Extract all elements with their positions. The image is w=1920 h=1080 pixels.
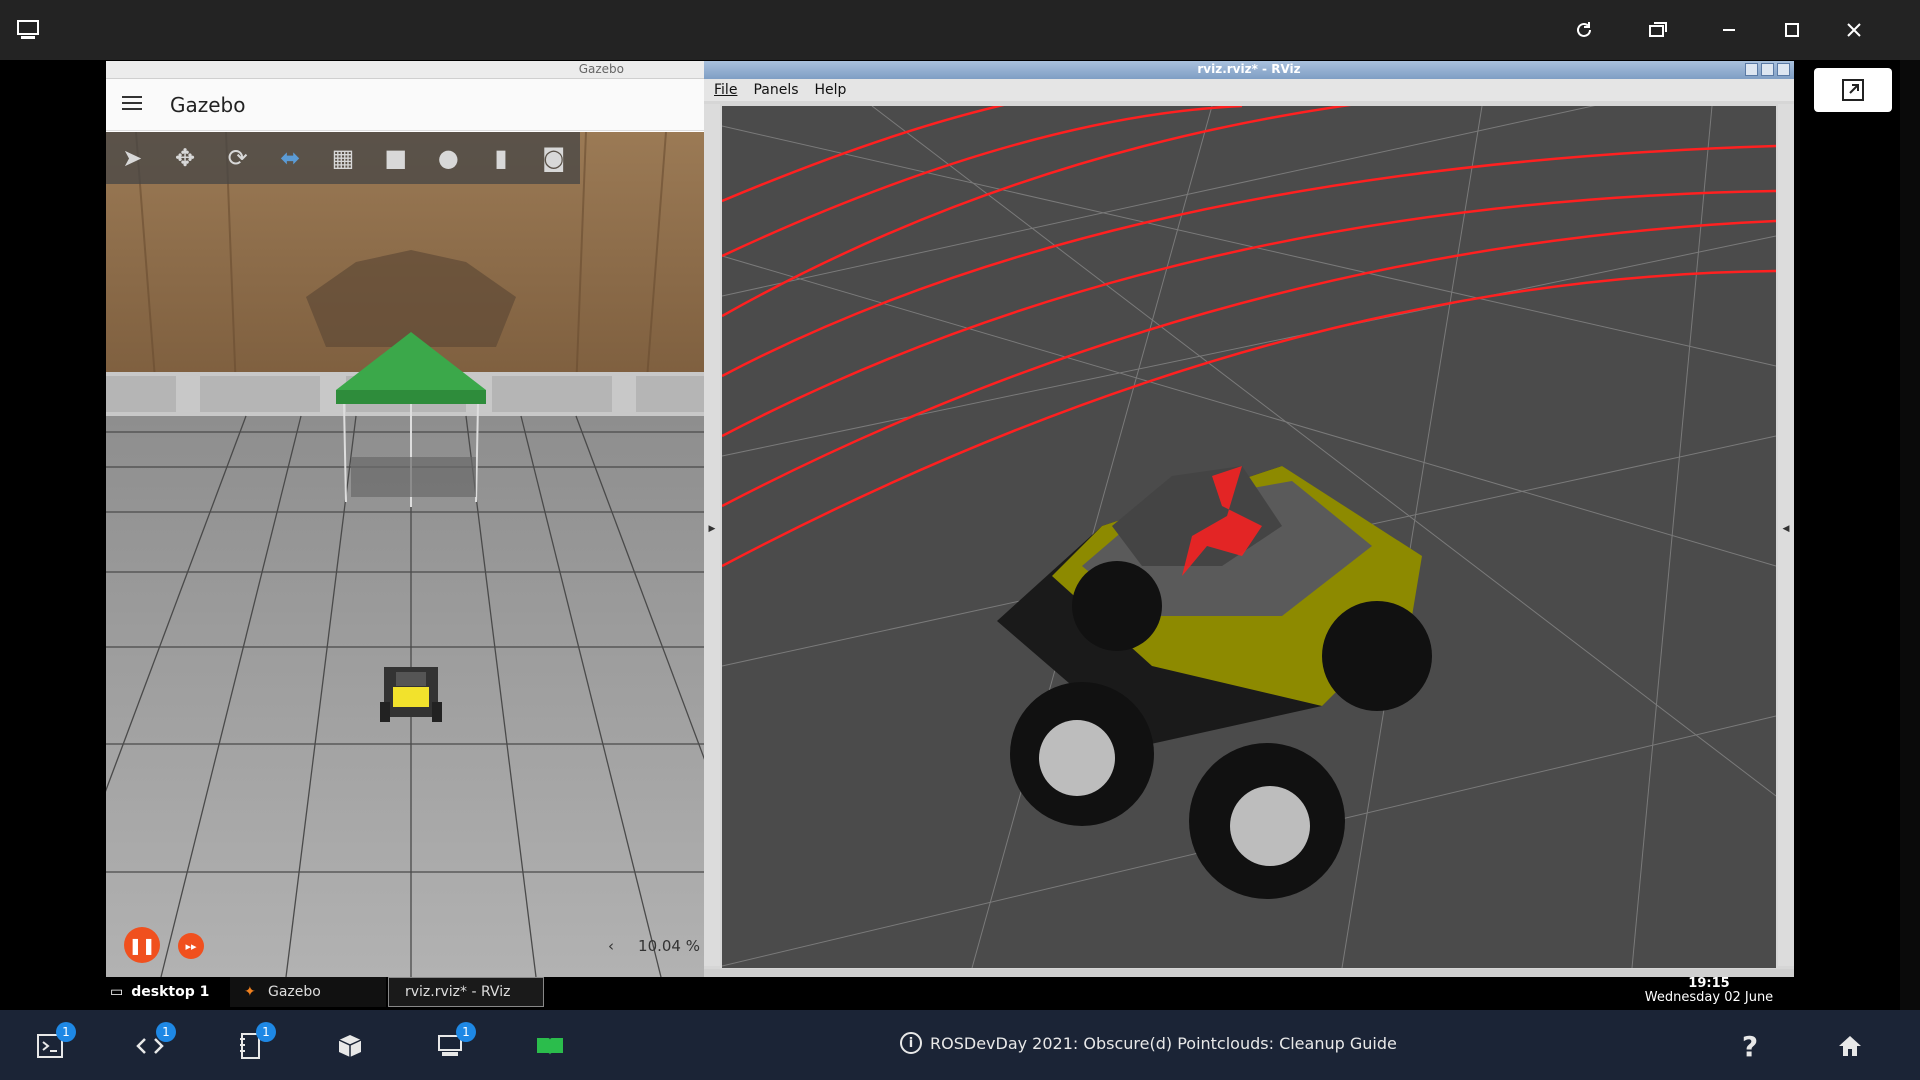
gazebo-window[interactable]: Gazebo Gazebo ➤ ✥ ⟳ ⬌ ▦ ■ ● ▮ ◙ ❚❚ ▸▸ ‹ … (106, 61, 704, 977)
gazebo-scene (106, 132, 704, 977)
cylinder-icon[interactable]: ▮ (475, 144, 528, 172)
rviz-minimize-icon[interactable] (1745, 63, 1758, 76)
notification-text: ROSDevDay 2021: Obscure(d) Pointclouds: … (930, 1033, 1397, 1053)
desktop-label: desktop 1 (131, 984, 210, 1000)
right-dock-handle[interactable]: ◀ (1778, 104, 1794, 966)
select-arrow-icon[interactable]: ➤ (106, 144, 159, 172)
gazebo-window-title: Gazebo (106, 61, 704, 79)
popout-window-button[interactable] (1814, 68, 1892, 112)
clock: 19:15 Wednesday 02 June (1624, 977, 1794, 1005)
desktop-switch-icon: ▭ (110, 984, 124, 1000)
menu-panels[interactable]: Panels (753, 82, 798, 98)
restore-window-icon[interactable] (1644, 16, 1672, 44)
bottom-dock: 1 1 1 1 i ROSDevDay 2021: Obscure(d) Poi… (0, 1010, 1920, 1080)
desktop-app-icon[interactable]: 1 (434, 1022, 476, 1062)
pause-button[interactable]: ❚❚ (124, 927, 160, 963)
desktop-switcher[interactable]: ▭ desktop 1 (110, 977, 209, 1007)
grid-icon[interactable]: ▦ (317, 144, 370, 172)
gazebo-app-title: Gazebo (170, 92, 246, 117)
rviz-scene (722, 106, 1776, 968)
code-editor-icon[interactable]: 1 (134, 1022, 176, 1062)
taskbar-rviz-label: rviz.rviz* - RViz (405, 984, 511, 1000)
notebook-badge: 1 (256, 1022, 276, 1042)
gazebo-toolbar: ➤ ✥ ⟳ ⬌ ▦ ■ ● ▮ ◙ (106, 132, 580, 184)
close-icon[interactable] (1840, 16, 1868, 44)
info-icon: i (900, 1032, 922, 1054)
refresh-icon[interactable] (1570, 16, 1598, 44)
camera-icon[interactable]: ◙ (527, 144, 580, 172)
rviz-maximize-icon[interactable] (1761, 63, 1774, 76)
desktop-icon[interactable] (14, 16, 42, 44)
taskbar-gazebo-label: Gazebo (268, 984, 321, 1000)
translate-icon[interactable]: ✥ (159, 144, 212, 172)
gazebo-header: Gazebo (106, 79, 704, 131)
sphere-icon[interactable]: ● (422, 144, 475, 172)
gazebo-logo-icon: ✦ (244, 984, 256, 1000)
maximize-icon[interactable] (1778, 16, 1806, 44)
taskbar-item-gazebo[interactable]: ✦ Gazebo (230, 977, 386, 1007)
scrollbar[interactable]: ▼ (1900, 60, 1920, 1070)
notebook-icon[interactable]: 1 (234, 1022, 276, 1062)
rviz-close-icon[interactable] (1777, 63, 1790, 76)
rviz-3d-view[interactable] (722, 106, 1776, 968)
step-button[interactable]: ▸▸ (178, 933, 204, 959)
top-bar (0, 0, 1920, 60)
left-dock-handle[interactable]: ▶ (704, 104, 720, 966)
code-badge: 1 (156, 1022, 176, 1042)
real-time-factor: 10.04 % (638, 937, 700, 955)
gazebo-3d-view[interactable] (106, 132, 704, 977)
scale-icon[interactable]: ⬌ (264, 144, 317, 172)
expand-right-icon[interactable]: ◀ (1778, 524, 1794, 534)
rviz-window[interactable]: rviz.rviz* - RViz File Panels Help ▶ ◀ (704, 61, 1794, 977)
menu-help[interactable]: Help (815, 82, 847, 98)
rviz-statusbar (704, 969, 1794, 977)
notification-message[interactable]: i ROSDevDay 2021: Obscure(d) Pointclouds… (900, 1032, 1397, 1054)
rviz-menubar: File Panels Help (704, 79, 1794, 101)
book-icon[interactable] (534, 1030, 566, 1062)
minimize-icon[interactable] (1715, 16, 1743, 44)
clock-time: 19:15 (1688, 976, 1730, 991)
rviz-window-title: rviz.rviz* - RViz (1197, 62, 1301, 76)
taskbar-item-rviz[interactable]: rviz.rviz* - RViz (388, 977, 544, 1007)
clock-date: Wednesday 02 June (1644, 990, 1774, 1005)
help-icon[interactable]: ? (1734, 1030, 1766, 1063)
box-icon[interactable]: ■ (369, 144, 422, 172)
terminal-badge: 1 (56, 1022, 76, 1042)
rviz-titlebar: rviz.rviz* - RViz (704, 61, 1794, 79)
gazebo-sim-controls: ❚❚ ▸▸ ‹ 10.04 % (106, 907, 704, 977)
rotate-icon[interactable]: ⟳ (211, 144, 264, 172)
menu-file[interactable]: File (714, 82, 737, 98)
home-icon[interactable] (1834, 1030, 1866, 1062)
cube-icon[interactable] (334, 1030, 366, 1062)
desktop-badge: 1 (456, 1022, 476, 1042)
terminal-icon[interactable]: 1 (34, 1022, 76, 1062)
rtf-collapse-arrow[interactable]: ‹ (608, 937, 614, 955)
hamburger-menu-icon[interactable] (122, 92, 142, 117)
desktop-taskbar: ▭ desktop 1 ✦ Gazebo rviz.rviz* - RViz 1… (106, 977, 1794, 1009)
expand-left-icon[interactable]: ▶ (704, 524, 720, 534)
